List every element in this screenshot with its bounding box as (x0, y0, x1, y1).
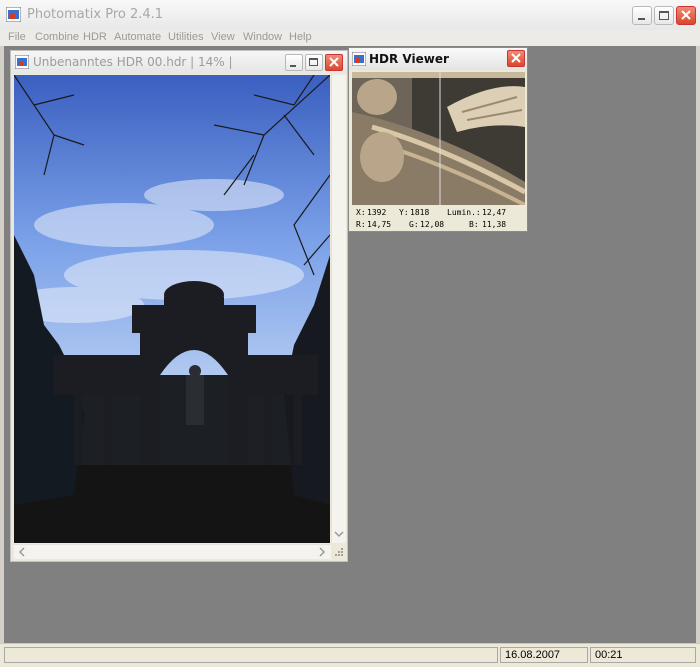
photomatix-app-window: Photomatix Pro 2.4.1 File Combine HDR Au… (0, 0, 700, 667)
menu-window[interactable]: Window (243, 31, 282, 43)
status-message-pane (4, 647, 498, 663)
hdr-file-icon (352, 52, 366, 66)
maximize-icon (659, 11, 669, 20)
magnified-detail (352, 72, 525, 205)
app-minimize-button[interactable] (632, 6, 652, 25)
b-value: 11,38 (482, 220, 507, 229)
minimize-icon (638, 18, 645, 20)
hdr-viewer-title: HDR Viewer (369, 52, 449, 66)
vertical-scrollbar[interactable] (331, 75, 346, 543)
resize-grip-icon[interactable] (332, 545, 345, 558)
hdr-viewer-window[interactable]: HDR Viewer X: 1392 Y: 1818 Lumin.: 12,47… (348, 47, 528, 232)
horizontal-scrollbar[interactable] (14, 544, 331, 559)
document-title: Unbenanntes HDR 00.hdr | 14% | (33, 55, 233, 69)
hdr-document-window[interactable]: Unbenanntes HDR 00.hdr | 14% | (10, 50, 348, 562)
menu-combine[interactable]: Combine (35, 31, 79, 43)
status-bar: 16.08.2007 00:21 (0, 643, 700, 667)
hdr-viewer-zoom-image (352, 72, 525, 205)
r-label: R: (356, 220, 366, 229)
g-label: G: (409, 220, 419, 229)
photomatix-app-icon (6, 7, 21, 22)
status-time: 00:21 (590, 647, 696, 663)
document-close-button[interactable] (325, 54, 343, 71)
menu-help[interactable]: Help (289, 31, 312, 43)
hdr-image-canvas[interactable] (14, 75, 330, 543)
document-minimize-button[interactable] (285, 54, 303, 71)
scroll-down-icon[interactable] (332, 528, 346, 540)
y-label: Y: (399, 208, 409, 217)
close-icon (329, 57, 339, 67)
x-value: 1392 (367, 208, 387, 217)
menu-file[interactable]: File (8, 31, 26, 43)
scroll-right-icon[interactable] (316, 545, 328, 559)
close-icon (511, 53, 521, 63)
close-icon (681, 10, 691, 20)
app-close-button[interactable] (676, 6, 696, 25)
menu-automate[interactable]: Automate (114, 31, 161, 43)
b-label: B: (469, 220, 479, 229)
y-value: 1818 (410, 208, 430, 217)
x-label: X: (356, 208, 366, 217)
app-title: Photomatix Pro 2.4.1 (27, 7, 164, 22)
menu-bar: File Combine HDR Automate Utilities View… (0, 30, 700, 46)
lumin-label: Lumin.: (447, 208, 481, 217)
g-value: 12,08 (420, 220, 445, 229)
menu-hdr[interactable]: HDR (83, 31, 107, 43)
document-maximize-button[interactable] (305, 54, 323, 71)
menu-view[interactable]: View (211, 31, 235, 43)
hdr-viewer-close-button[interactable] (507, 50, 525, 67)
lumin-value: 12,47 (482, 208, 507, 217)
maximize-icon (309, 58, 318, 66)
document-title-bar[interactable]: Unbenanntes HDR 00.hdr | 14% | (11, 51, 347, 73)
menu-utilities[interactable]: Utilities (168, 31, 203, 43)
app-maximize-button[interactable] (654, 6, 674, 25)
r-value: 14,75 (367, 220, 392, 229)
app-title-bar[interactable]: Photomatix Pro 2.4.1 (0, 0, 700, 31)
scroll-left-icon[interactable] (16, 545, 28, 559)
hdr-viewer-title-bar[interactable]: HDR Viewer (349, 48, 527, 70)
minimize-icon (290, 65, 296, 67)
status-date: 16.08.2007 (500, 647, 588, 663)
hdr-photo (14, 75, 330, 543)
hdr-file-icon (15, 55, 29, 69)
